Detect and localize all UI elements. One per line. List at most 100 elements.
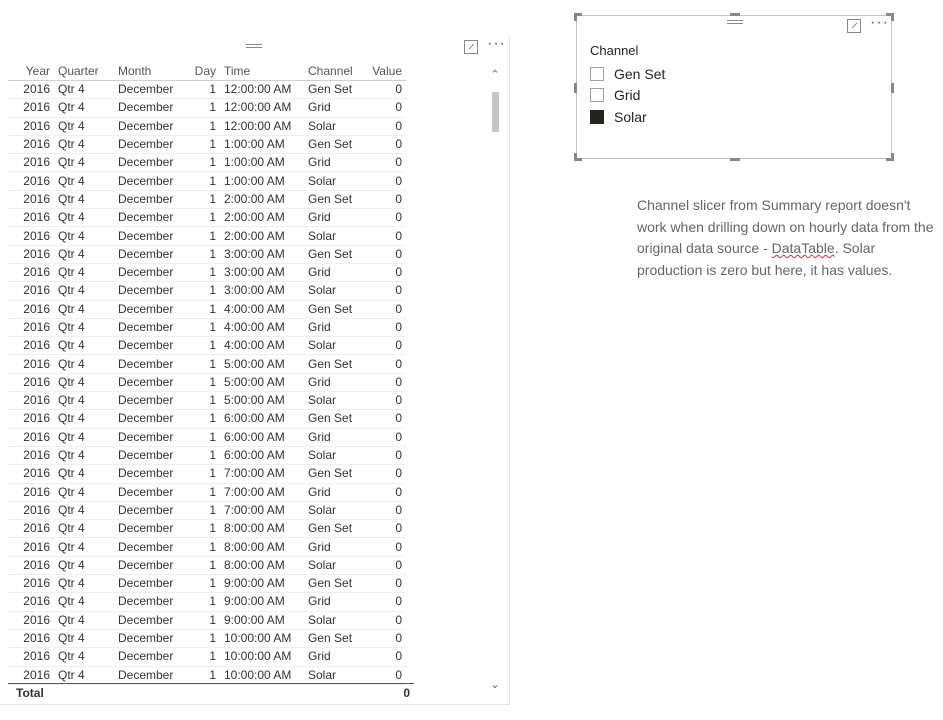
- column-header-month[interactable]: Month: [114, 62, 186, 81]
- cell-month: December: [114, 592, 186, 612]
- cell-month: December: [114, 537, 186, 557]
- checkbox[interactable]: [590, 88, 604, 102]
- cell-time: 9:00:00 AM: [220, 592, 304, 612]
- cell-time: 1:00:00 AM: [220, 135, 304, 155]
- table-row[interactable]: 2016 Qtr 4 December 1 5:00:00 AM Solar 0: [8, 391, 406, 411]
- table-row[interactable]: 2016 Qtr 4 December 1 12:00:00 AM Solar 0: [8, 117, 406, 136]
- more-options-icon[interactable]: ···: [870, 15, 888, 32]
- column-header-quarter[interactable]: Quarter: [54, 62, 114, 81]
- table-row[interactable]: 2016 Qtr 4 December 1 5:00:00 AM Gen Set 0: [8, 354, 406, 374]
- cell-year: 2016: [8, 409, 54, 429]
- column-header-value[interactable]: Value: [365, 62, 406, 81]
- cell-channel: Grid: [304, 98, 365, 118]
- cell-channel: Solar: [304, 666, 365, 685]
- table-row[interactable]: 2016 Qtr 4 December 1 5:00:00 AM Grid 0: [8, 373, 406, 393]
- chevron-down-icon[interactable]: ⌄: [490, 680, 500, 691]
- table-row[interactable]: 2016 Qtr 4 December 1 9:00:00 AM Gen Set 0: [8, 574, 406, 594]
- cell-channel: Grid: [304, 208, 365, 228]
- table-row[interactable]: 2016 Qtr 4 December 1 6:00:00 AM Gen Set 0: [8, 409, 406, 429]
- cell-quarter: Qtr 4: [54, 537, 114, 557]
- drag-grip-icon[interactable]: [246, 43, 262, 49]
- table-row[interactable]: 2016 Qtr 4 December 1 3:00:00 AM Grid 0: [8, 263, 406, 283]
- cell-time: 10:00:00 AM: [220, 629, 304, 649]
- table-row[interactable]: 2016 Qtr 4 December 1 12:00:00 AM Grid 0: [8, 98, 406, 118]
- focus-mode-icon[interactable]: [847, 19, 861, 33]
- table-row[interactable]: 2016 Qtr 4 December 1 1:00:00 AM Gen Set 0: [8, 135, 406, 155]
- checkbox-checked[interactable]: [590, 110, 604, 124]
- cell-value: 0: [365, 190, 406, 210]
- cell-channel: Gen Set: [304, 574, 365, 594]
- table-row[interactable]: 2016 Qtr 4 December 1 10:00:00 AM Solar 0: [8, 666, 406, 685]
- cell-year: 2016: [8, 647, 54, 667]
- cell-channel: Solar: [304, 171, 365, 191]
- checkbox[interactable]: [590, 67, 604, 81]
- cell-value: 0: [365, 446, 406, 466]
- cell-month: December: [114, 245, 186, 264]
- cell-time: 8:00:00 AM: [220, 537, 304, 557]
- cell-channel: Solar: [304, 556, 365, 576]
- cell-value: 0: [365, 373, 406, 393]
- table-row[interactable]: 2016 Qtr 4 December 1 4:00:00 AM Grid 0: [8, 318, 406, 338]
- cell-quarter: Qtr 4: [54, 519, 114, 539]
- table-row[interactable]: 2016 Qtr 4 December 1 1:00:00 AM Grid 0: [8, 153, 406, 173]
- resize-handle-bottom-left-v[interactable]: [574, 153, 577, 161]
- cell-quarter: Qtr 4: [54, 300, 114, 319]
- table-row[interactable]: 2016 Qtr 4 December 1 7:00:00 AM Solar 0: [8, 501, 406, 521]
- cell-year: 2016: [8, 171, 54, 191]
- table-row[interactable]: 2016 Qtr 4 December 1 7:00:00 AM Grid 0: [8, 483, 406, 502]
- resize-handle-left[interactable]: [574, 83, 577, 93]
- table-visual[interactable]: ··· Year Quarter Month Day Time Channel …: [0, 36, 510, 705]
- cell-time: 10:00:00 AM: [220, 666, 304, 685]
- column-header-day[interactable]: Day: [186, 62, 220, 81]
- scrollbar-thumb[interactable]: [492, 92, 499, 132]
- cell-year: 2016: [8, 281, 54, 301]
- cell-day: 1: [186, 354, 220, 374]
- vertical-scrollbar[interactable]: ⌃ ⌄: [487, 66, 503, 696]
- resize-handle-top[interactable]: [730, 13, 740, 16]
- cell-quarter: Qtr 4: [54, 226, 114, 246]
- table-row[interactable]: 2016 Qtr 4 December 1 9:00:00 AM Solar 0: [8, 611, 406, 630]
- slicer-item-label: Grid: [614, 87, 641, 103]
- drag-grip-icon[interactable]: [727, 19, 743, 25]
- table-row[interactable]: 2016 Qtr 4 December 1 6:00:00 AM Grid 0: [8, 428, 406, 447]
- table-row[interactable]: 2016 Qtr 4 December 1 10:00:00 AM Gen Set 0: [8, 629, 406, 649]
- more-options-icon[interactable]: ···: [487, 36, 505, 53]
- table-row[interactable]: 2016 Qtr 4 December 1 4:00:00 AM Solar 0: [8, 336, 406, 356]
- cell-year: 2016: [8, 354, 54, 374]
- cell-day: 1: [186, 135, 220, 155]
- table-row[interactable]: 2016 Qtr 4 December 1 1:00:00 AM Solar 0: [8, 171, 406, 191]
- table-row[interactable]: 2016 Qtr 4 December 1 6:00:00 AM Solar 0: [8, 446, 406, 466]
- table-row[interactable]: 2016 Qtr 4 December 1 2:00:00 AM Gen Set 0: [8, 190, 406, 210]
- table-row[interactable]: 2016 Qtr 4 December 1 2:00:00 AM Solar 0: [8, 226, 406, 246]
- resize-handle-bottom-right-v[interactable]: [891, 153, 894, 161]
- cell-year: 2016: [8, 135, 54, 155]
- table-row[interactable]: 2016 Qtr 4 December 1 8:00:00 AM Gen Set 0: [8, 519, 406, 539]
- column-header-channel[interactable]: Channel: [304, 62, 365, 81]
- table-row[interactable]: 2016 Qtr 4 December 1 3:00:00 AM Gen Set 0: [8, 245, 406, 264]
- column-header-year[interactable]: Year: [8, 62, 54, 81]
- cell-day: 1: [186, 629, 220, 649]
- table-row[interactable]: 2016 Qtr 4 December 1 3:00:00 AM Solar 0: [8, 281, 406, 301]
- table-header-row: Year Quarter Month Day Time Channel Valu…: [8, 62, 406, 81]
- cell-day: 1: [186, 391, 220, 411]
- cell-day: 1: [186, 373, 220, 393]
- column-header-time[interactable]: Time: [220, 62, 304, 81]
- table-row[interactable]: 2016 Qtr 4 December 1 2:00:00 AM Grid 0: [8, 208, 406, 228]
- table-row[interactable]: 2016 Qtr 4 December 1 4:00:00 AM Gen Set 0: [8, 300, 406, 319]
- cell-time: 6:00:00 AM: [220, 409, 304, 429]
- resize-handle-top-right-v[interactable]: [891, 13, 894, 21]
- channel-slicer[interactable]: ··· Channel Gen Set Grid Solar: [574, 13, 894, 161]
- table-row[interactable]: 2016 Qtr 4 December 1 12:00:00 AM Gen Set 0: [8, 80, 406, 100]
- cell-channel: Gen Set: [304, 629, 365, 649]
- table-row[interactable]: 2016 Qtr 4 December 1 8:00:00 AM Grid 0: [8, 537, 406, 557]
- table-row[interactable]: 2016 Qtr 4 December 1 7:00:00 AM Gen Set 0: [8, 464, 406, 484]
- chevron-up-icon[interactable]: ⌃: [490, 70, 500, 81]
- focus-mode-icon[interactable]: [464, 40, 478, 54]
- resize-handle-bottom[interactable]: [730, 158, 740, 161]
- slicer-item-label: Gen Set: [614, 66, 666, 82]
- resize-handle-top-left-v[interactable]: [574, 13, 577, 21]
- resize-handle-right[interactable]: [891, 83, 894, 93]
- table-row[interactable]: 2016 Qtr 4 December 1 9:00:00 AM Grid 0: [8, 592, 406, 612]
- table-row[interactable]: 2016 Qtr 4 December 1 10:00:00 AM Grid 0: [8, 647, 406, 667]
- table-row[interactable]: 2016 Qtr 4 December 1 8:00:00 AM Solar 0: [8, 556, 406, 576]
